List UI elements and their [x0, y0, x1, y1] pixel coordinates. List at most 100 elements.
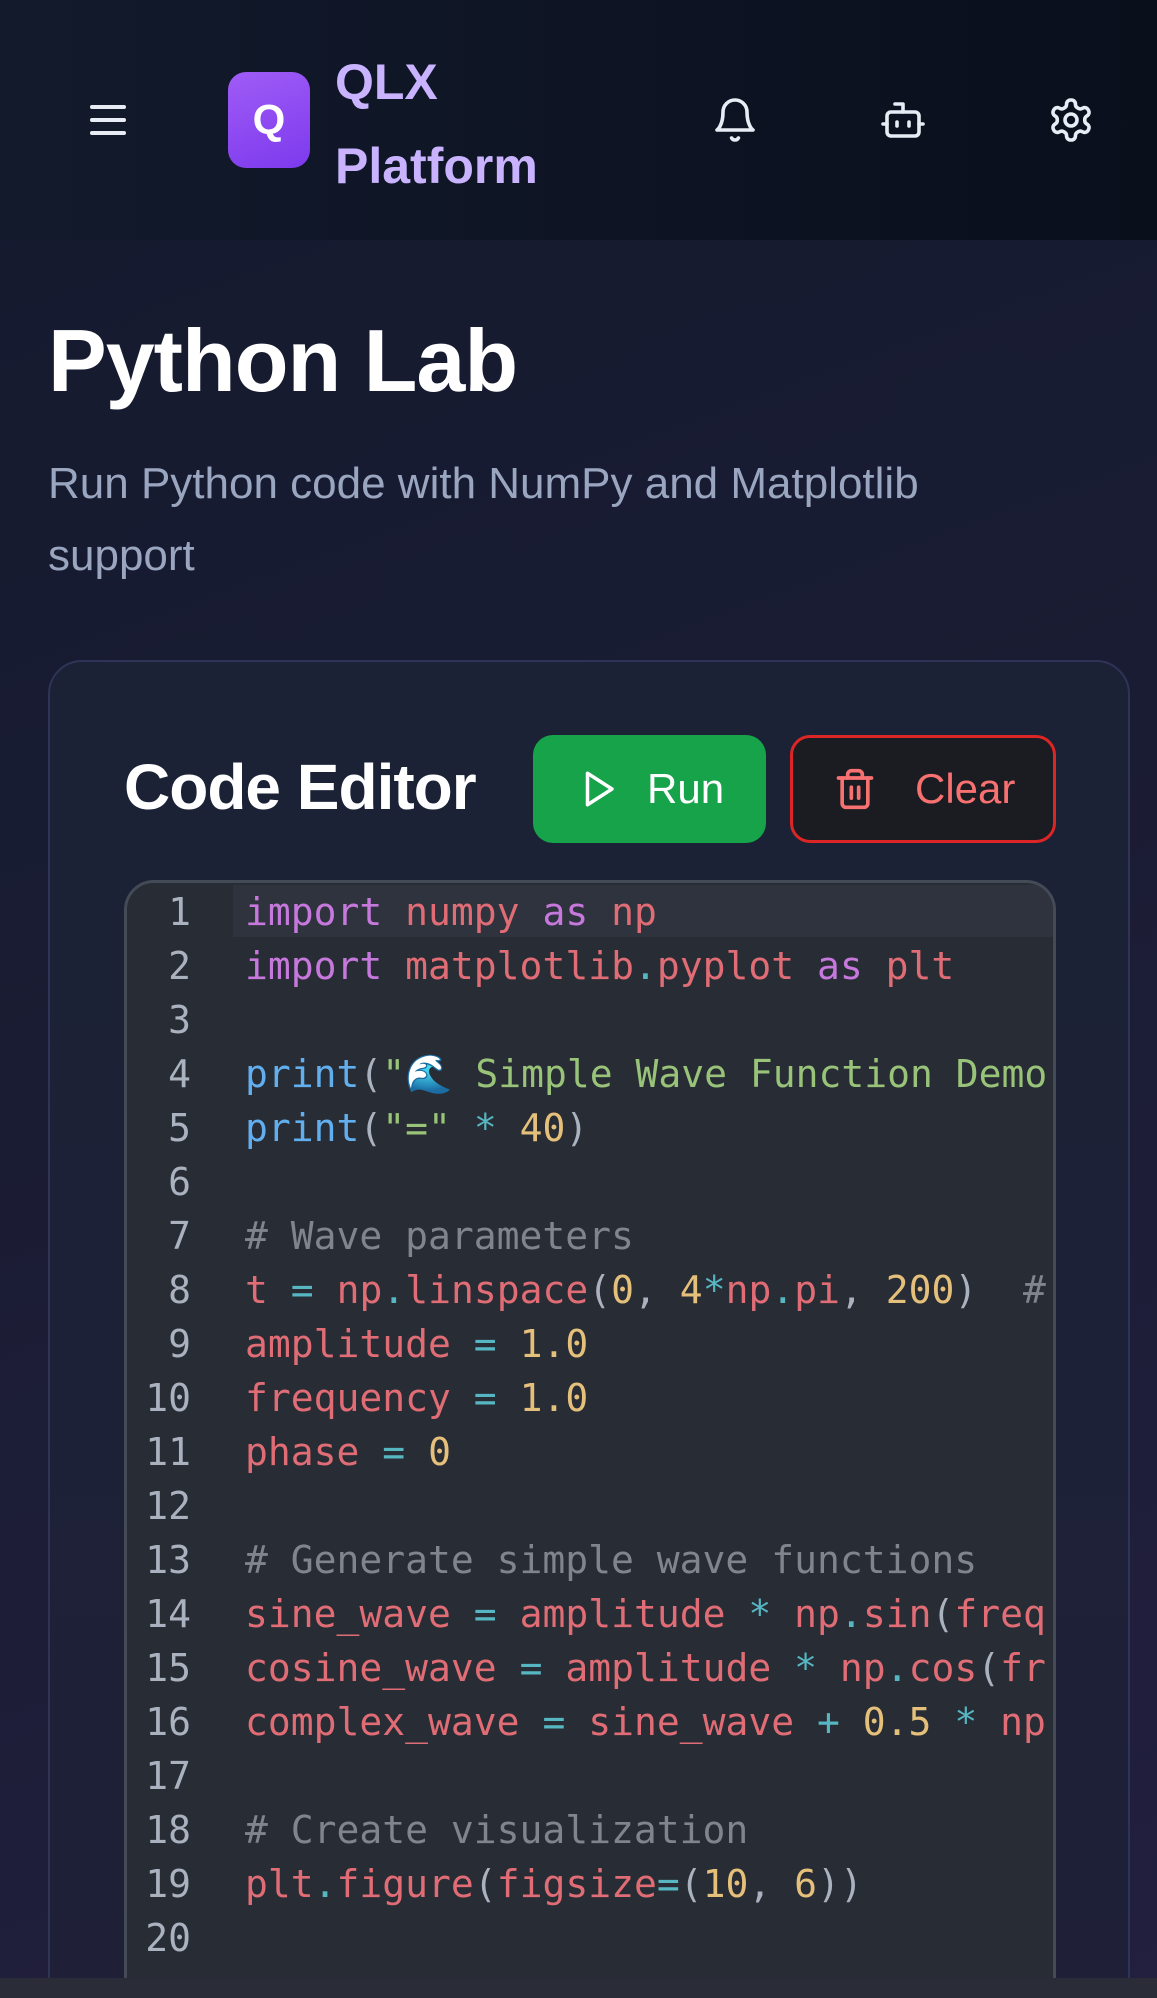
line-number: 4: [168, 1052, 191, 1096]
line-number: 10: [145, 1376, 191, 1420]
code-line[interactable]: 10 frequency = 1.0: [127, 1371, 1053, 1425]
code-text: cosine_wave = amplitude * np.cos(fr: [245, 1641, 1046, 1695]
code-line[interactable]: 8t = np.linspace(0, 4*np.pi, 200) #: [127, 1263, 1053, 1317]
line-number: 11: [145, 1430, 191, 1474]
code-token: pi: [794, 1268, 840, 1312]
code-token: sin: [862, 1592, 932, 1636]
code-line[interactable]: 12: [127, 1479, 1053, 1533]
code-token: print: [245, 1052, 360, 1096]
code-text: phase = 0: [245, 1425, 451, 1479]
code-text: import numpy as np: [245, 885, 657, 939]
code-text: # Wave parameters: [245, 1209, 634, 1263]
code-token: .: [382, 1268, 406, 1312]
code-token: .: [313, 1862, 337, 1906]
bell-icon[interactable]: [705, 90, 765, 150]
code-token: import: [245, 890, 383, 934]
code-token: np: [336, 1268, 383, 1312]
code-token: (: [931, 1592, 955, 1636]
code-token: .: [839, 1592, 863, 1636]
code-token: import: [245, 944, 383, 988]
code-token: =: [656, 1862, 680, 1906]
code-token: *: [794, 1646, 818, 1690]
hamburger-menu-icon[interactable]: [72, 90, 144, 150]
code-line[interactable]: 18 # Create visualization: [127, 1803, 1053, 1857]
code-token: # Create visualization: [245, 1808, 749, 1852]
bottom-scroll-bar: [0, 1978, 1157, 1998]
code-line[interactable]: 6: [127, 1155, 1053, 1209]
line-number: 15: [145, 1646, 191, 1690]
code-token: as: [542, 890, 589, 934]
code-line[interactable]: 19 plt.figure(figsize=(10, 6)): [127, 1857, 1053, 1911]
code-line[interactable]: 16 complex_wave = sine_wave + 0.5 * np: [127, 1695, 1053, 1749]
code-line[interactable]: 3: [127, 993, 1053, 1047]
code-editor[interactable]: 1 import numpy as np 2 import matplotlib.py…: [124, 880, 1056, 1998]
code-line[interactable]: 14 sine_wave = amplitude * np.sin(freq: [127, 1587, 1053, 1641]
code-token: np: [1000, 1700, 1046, 1744]
code-token: figure: [336, 1862, 474, 1906]
code-line[interactable]: 20: [127, 1911, 1053, 1965]
bot-icon[interactable]: [873, 90, 933, 150]
code-token: # Wave parameters: [245, 1214, 634, 1258]
clear-button[interactable]: Clear: [790, 735, 1056, 843]
code-token: 1.0: [519, 1322, 589, 1366]
code-token: "=": [382, 1106, 451, 1150]
code-text: # Generate simple wave functions: [245, 1533, 977, 1587]
code-token: ): [954, 1268, 1024, 1312]
code-text: frequency = 1.0: [245, 1371, 588, 1425]
code-line[interactable]: 11 phase = 0: [127, 1425, 1053, 1479]
code-token: *: [748, 1592, 772, 1636]
code-token: amplitude: [245, 1322, 451, 1366]
code-token: pyplot: [656, 944, 795, 988]
code-token: (: [359, 1052, 383, 1096]
code-token: 0.5: [862, 1700, 932, 1744]
code-line[interactable]: 17: [127, 1749, 1053, 1803]
clear-button-label: Clear: [915, 765, 1016, 812]
line-number: 2: [168, 944, 191, 988]
code-line[interactable]: 4 print("🌊 Simple Wave Function Demo: [127, 1047, 1053, 1101]
code-line[interactable]: 13 # Generate simple wave functions: [127, 1533, 1053, 1587]
code-line[interactable]: 9 amplitude = 1.0: [127, 1317, 1053, 1371]
code-line[interactable]: 7 # Wave parameters: [127, 1209, 1053, 1263]
code-text: complex_wave = sine_wave + 0.5 * np: [245, 1695, 1046, 1749]
logo-badge[interactable]: Q: [228, 72, 310, 168]
code-token: cosine_wave: [245, 1646, 497, 1690]
code-token: *: [954, 1700, 978, 1744]
code-token: t: [245, 1268, 268, 1312]
run-button[interactable]: Run: [533, 735, 766, 843]
code-line[interactable]: 2 import matplotlib.pyplot as plt: [127, 939, 1053, 993]
code-token: 0: [611, 1268, 635, 1312]
code-token: =: [473, 1322, 497, 1366]
code-token: ): [565, 1106, 589, 1150]
gear-icon[interactable]: [1041, 90, 1101, 150]
code-token: +: [817, 1700, 840, 1744]
line-number: 18: [145, 1808, 191, 1852]
logo-text[interactable]: QLX Platform: [335, 40, 595, 208]
code-line[interactable]: 1 import numpy as np: [127, 885, 1053, 939]
code-line[interactable]: 5 print("=" * 40): [127, 1101, 1053, 1155]
code-token: fr: [1000, 1646, 1046, 1690]
code-token: (: [588, 1268, 612, 1312]
code-token: (: [977, 1646, 1001, 1690]
code-text: t = np.linspace(0, 4*np.pi, 200) #: [245, 1263, 1046, 1317]
code-token: sine_wave: [588, 1700, 795, 1744]
code-token: frequency: [245, 1376, 451, 1420]
code-token: 200: [885, 1268, 955, 1312]
code-line[interactable]: 15 cosine_wave = amplitude * np.cos(fr: [127, 1641, 1053, 1695]
code-token: .: [771, 1268, 795, 1312]
logo-line-2: Platform: [335, 138, 538, 194]
code-text: # Create visualization: [245, 1803, 748, 1857]
code-token: (: [679, 1862, 703, 1906]
code-text: amplitude = 1.0: [245, 1317, 588, 1371]
code-token: figsize: [496, 1862, 657, 1906]
